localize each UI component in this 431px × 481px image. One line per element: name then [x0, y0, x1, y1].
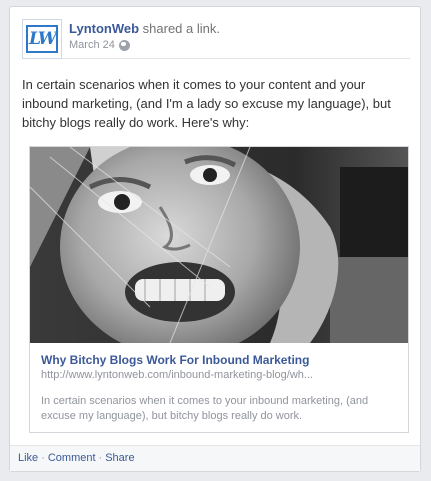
- story-meta: March 24: [69, 39, 130, 51]
- shared-link-attachment[interactable]: Why Bitchy Blogs Work For Inbound Market…: [29, 146, 409, 433]
- share-link[interactable]: Share: [105, 452, 134, 464]
- link-description: In certain scenarios when it comes to yo…: [41, 395, 369, 422]
- story-actions-bar: Like · Comment · Share: [10, 445, 420, 471]
- author-link[interactable]: LyntonWeb: [69, 21, 139, 36]
- photo-illustration: [30, 147, 408, 343]
- like-link[interactable]: Like: [18, 452, 38, 464]
- story-action-text: shared a link.: [139, 21, 220, 36]
- link-thumbnail-photo[interactable]: [30, 147, 408, 343]
- action-separator: ·: [41, 452, 45, 464]
- comment-link[interactable]: Comment: [48, 452, 96, 464]
- story-headline: LyntonWeb shared a link.: [69, 21, 220, 36]
- link-url[interactable]: http://www.lyntonweb.com/inbound-marketi…: [41, 369, 313, 381]
- story-header: LW LyntonWeb shared a link. March 24: [22, 19, 410, 59]
- post-date[interactable]: March 24: [69, 39, 115, 51]
- link-title[interactable]: Why Bitchy Blogs Work For Inbound Market…: [41, 353, 309, 367]
- action-separator: ·: [98, 452, 103, 464]
- globe-icon[interactable]: [118, 39, 130, 51]
- lyntonweb-logo: LW: [26, 25, 58, 53]
- post-message: In certain scenarios when it comes to yo…: [22, 77, 391, 130]
- page-avatar[interactable]: LW: [22, 19, 62, 59]
- feed-story-card: LW LyntonWeb shared a link. March 24 In …: [9, 6, 421, 472]
